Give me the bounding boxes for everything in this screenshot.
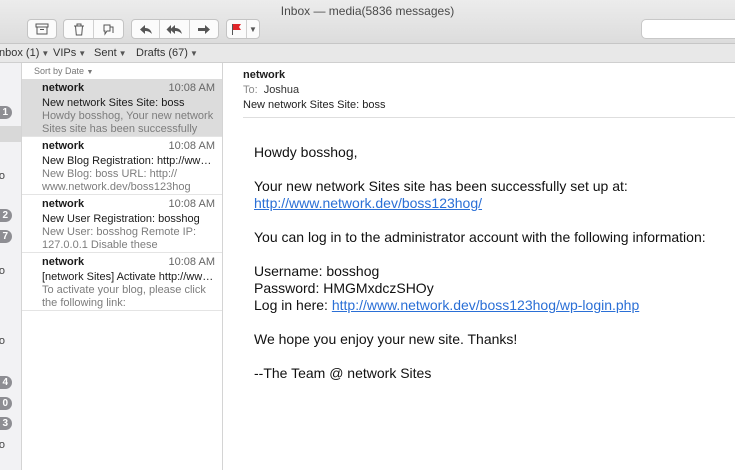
- search-input[interactable]: [641, 19, 735, 39]
- delete-junk-group: [63, 19, 124, 39]
- favorites-bar: nbox (1) ▼ VIPs ▼ Sent ▼ Drafts (67) ▼: [0, 44, 735, 63]
- message-subject: [network Sites] Activate http://www....: [42, 271, 217, 283]
- sidebar-item-label: o: [0, 170, 5, 182]
- header-divider: [243, 117, 735, 118]
- to-label: To:: [243, 84, 258, 96]
- sidebar-item[interactable]: 1: [0, 106, 21, 120]
- flag-button[interactable]: [227, 20, 247, 38]
- unread-badge: 3: [0, 417, 12, 430]
- message-preview: New Blog: boss URL: http:// www.network.…: [42, 168, 191, 193]
- message-preview: Howdy bosshog, Your new network Sites si…: [42, 110, 214, 135]
- body-text: Your new network Sites site has been suc…: [254, 178, 628, 194]
- junk-icon: [103, 24, 114, 36]
- body-signature: --The Team @ network Sites: [254, 365, 432, 381]
- sidebar-item[interactable]: 3: [0, 417, 21, 431]
- chevron-down-icon: ▼: [189, 49, 198, 58]
- login-url-link[interactable]: http://www.network.dev/boss123hog/wp-log…: [332, 297, 639, 313]
- unread-badge: 2: [0, 209, 12, 222]
- sidebar-item[interactable]: 2: [0, 209, 21, 223]
- message-header-subject: New network Sites Site: boss: [243, 99, 386, 111]
- message-subject: New Blog Registration: http://www.n...: [42, 155, 217, 167]
- message-row[interactable]: network 10:08 AM New Blog Registration: …: [22, 137, 222, 195]
- sidebar-item[interactable]: 4: [0, 376, 21, 390]
- reply-button[interactable]: [132, 20, 161, 38]
- body-username: Username: bosshog: [254, 263, 380, 279]
- message-sender: network: [42, 140, 85, 152]
- message-time: 10:08 AM: [168, 140, 215, 152]
- favorite-drafts[interactable]: Drafts (67) ▼: [136, 47, 198, 59]
- forward-button[interactable]: [190, 20, 218, 38]
- message-header-recipients: To: Joshua: [243, 84, 299, 96]
- message-subject: New network Sites Site: boss: [42, 97, 185, 109]
- toolbar: Inbox — media(5836 messages) ▼: [0, 0, 735, 44]
- window-title: Inbox — media(5836 messages): [280, 4, 455, 18]
- login-label: Log in here:: [254, 297, 332, 313]
- message-time: 10:08 AM: [168, 198, 215, 210]
- unread-badge: 4: [0, 376, 12, 389]
- sidebar-selection: [0, 126, 21, 142]
- unread-badge: 7: [0, 230, 12, 243]
- message-list: Sort by Date ▼ network 10:08 AM New netw…: [22, 63, 223, 470]
- reply-group: [131, 19, 219, 39]
- chevron-down-icon: ▼: [86, 69, 94, 76]
- body-greeting: Howdy bosshog,: [254, 144, 358, 160]
- message-time: 10:08 AM: [168, 256, 215, 268]
- chevron-down-icon: ▼: [118, 49, 127, 58]
- unread-badge: 0: [0, 397, 12, 410]
- favorite-inbox-label: nbox (1): [0, 47, 40, 59]
- sidebar-item-label: o: [0, 265, 5, 277]
- sidebar-item[interactable]: o: [0, 335, 21, 349]
- reply-icon: [139, 24, 152, 34]
- message-viewer: network To: Joshua New network Sites Site…: [223, 63, 735, 470]
- chevron-down-icon: ▼: [78, 49, 87, 58]
- mailbox-sidebar: 1 o 2 7 o o 4 0 3 o: [0, 63, 22, 470]
- reply-all-button[interactable]: [160, 20, 190, 38]
- message-sender: network: [42, 82, 85, 94]
- forward-icon: [197, 24, 210, 34]
- message-time: 10:08 AM: [168, 82, 215, 94]
- unread-badge: 1: [0, 106, 12, 119]
- trash-icon: [73, 23, 84, 35]
- recipient-name[interactable]: Joshua: [264, 84, 299, 96]
- body-password: Password: HMGMxdczSHOy: [254, 280, 434, 296]
- junk-button[interactable]: [94, 20, 123, 38]
- message-row[interactable]: network 10:08 AM [network Sites] Activat…: [22, 253, 222, 311]
- favorite-sent[interactable]: Sent ▼: [94, 47, 127, 59]
- body-text: You can log in to the administrator acco…: [254, 229, 706, 245]
- chevron-down-icon: ▼: [41, 49, 50, 58]
- archive-button[interactable]: [27, 19, 57, 39]
- archive-icon: [35, 23, 49, 35]
- message-row[interactable]: network 10:08 AM New User Registration: …: [22, 195, 222, 253]
- sidebar-item[interactable]: o: [0, 170, 21, 184]
- favorite-vips-label: VIPs: [53, 47, 77, 59]
- sidebar-item[interactable]: o: [0, 265, 21, 279]
- favorite-inbox[interactable]: nbox (1) ▼: [0, 47, 49, 59]
- flag-group: ▼: [226, 19, 260, 39]
- favorite-drafts-label: Drafts (67): [136, 47, 188, 59]
- message-sender: network: [42, 256, 85, 268]
- favorite-sent-label: Sent: [94, 47, 117, 59]
- favorite-vips[interactable]: VIPs ▼: [53, 47, 86, 59]
- sidebar-item[interactable]: o: [0, 439, 21, 453]
- flag-menu-button[interactable]: ▼: [247, 20, 259, 38]
- message-sender: network: [42, 198, 85, 210]
- chevron-down-icon: ▼: [249, 24, 257, 34]
- sidebar-item[interactable]: 0: [0, 397, 21, 411]
- reply-all-icon: [166, 24, 182, 34]
- message-preview: To activate your blog, please click the …: [42, 284, 206, 309]
- message-header-sender: network: [243, 69, 286, 81]
- sidebar-item-label: o: [0, 335, 5, 347]
- body-text: We hope you enjoy your new site. Thanks!: [254, 331, 518, 347]
- message-row[interactable]: network 10:08 AM New network Sites Site:…: [22, 79, 222, 137]
- flag-icon: [232, 24, 241, 35]
- sidebar-item[interactable]: 7: [0, 230, 21, 244]
- site-url-link[interactable]: http://www.network.dev/boss123hog/: [254, 195, 482, 211]
- sort-menu[interactable]: Sort by Date ▼: [34, 66, 93, 76]
- message-subject: New User Registration: bosshog: [42, 213, 200, 225]
- message-body: Howdy bosshog, Your new network Sites si…: [254, 144, 732, 382]
- message-preview: New User: bosshog Remote IP: 127.0.0.1 D…: [42, 226, 197, 251]
- sidebar-item-label: o: [0, 439, 5, 451]
- sort-label: Sort by Date: [34, 66, 85, 76]
- delete-button[interactable]: [64, 20, 94, 38]
